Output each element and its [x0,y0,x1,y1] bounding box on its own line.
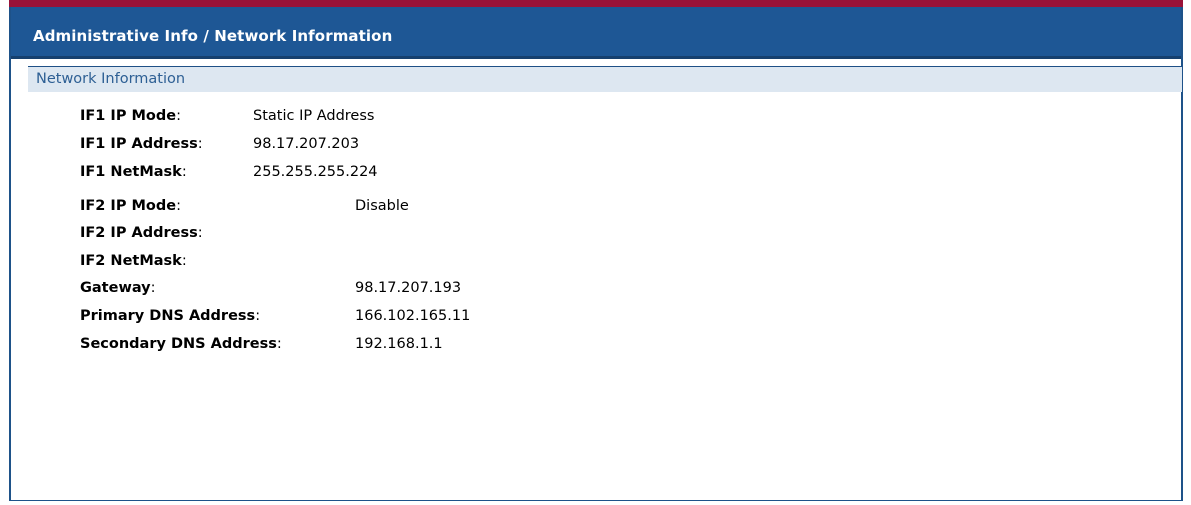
field-value: 166.102.165.11 [355,308,471,324]
top-accent-stripe [9,0,1183,7]
field-label: Primary DNS Address: [80,308,261,324]
network-info-page: Administrative Info / Network Informatio… [0,0,1191,505]
page-title: Administrative Info / Network Informatio… [33,27,393,45]
field-value: 98.17.207.203 [253,136,360,152]
field-value: Static IP Address [253,108,375,124]
field-value: 255.255.255.224 [253,164,378,180]
field-label: Secondary DNS Address: [80,336,282,352]
field-label: IF2 NetMask: [80,253,187,269]
field-value: Disable [355,198,409,214]
field-value: 192.168.1.1 [355,336,443,352]
section-title: Network Information [36,71,186,87]
title-bar: Administrative Info / Network Informatio… [11,7,1181,59]
field-value: 98.17.207.193 [355,280,462,296]
section-header: Network Information [28,66,1182,92]
field-label: IF2 IP Mode: [80,198,182,214]
field-label: IF1 NetMask: [80,164,187,180]
field-label: IF1 IP Mode: [80,108,182,124]
field-label: IF2 IP Address: [80,225,203,241]
field-label: Gateway: [80,280,156,296]
field-label: IF1 IP Address: [80,136,203,152]
content-frame: Administrative Info / Network Informatio… [9,7,1183,501]
